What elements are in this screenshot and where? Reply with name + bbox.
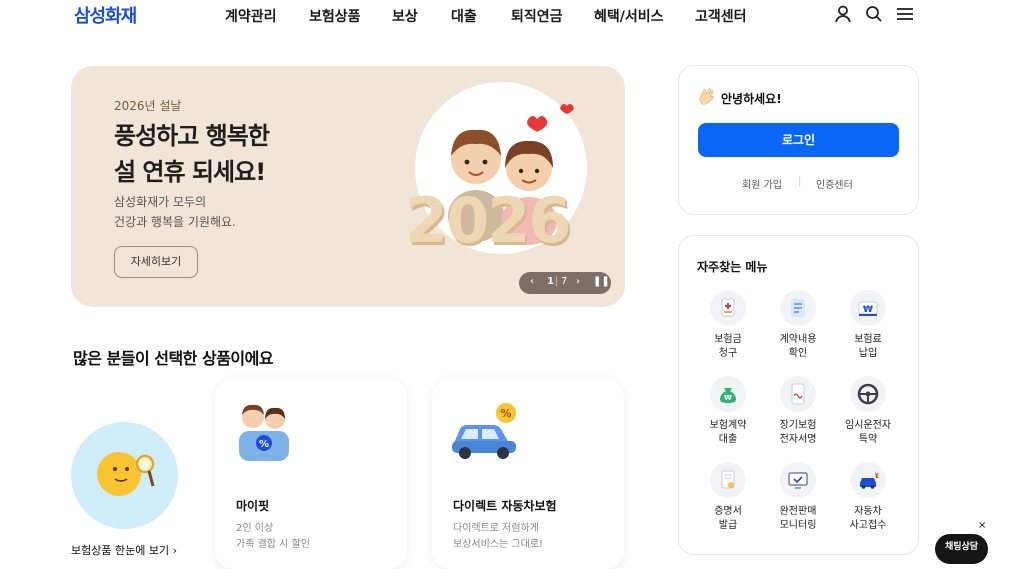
nav-insurance-products[interactable]: 보험상품 <box>309 6 361 26</box>
banner-description: 삼성화재가 모두의 건강과 행복을 기원해요. <box>114 195 236 229</box>
product-name: 다이렉트 자동차보험 <box>453 499 557 513</box>
quick-menu-title: 자주찾는 메뉴 <box>697 260 768 274</box>
mobile-sign-icon <box>780 376 816 412</box>
brand-logo[interactable]: 삼성화재 <box>74 2 137 28</box>
link-divider: | <box>798 176 802 187</box>
car-accident-icon <box>850 462 886 498</box>
product-name: 마이핏 <box>236 499 270 513</box>
pause-icon[interactable]: ❚❚ <box>593 276 610 287</box>
nav-loan[interactable]: 대출 <box>451 6 477 26</box>
login-button[interactable]: 로그인 <box>698 123 899 157</box>
nav-retirement-pension[interactable]: 퇴직연금 <box>511 6 563 26</box>
svg-text:%: % <box>500 407 511 420</box>
banner-year-label: 2026년 설날 <box>114 99 182 113</box>
certification-center-link[interactable]: 인증센터 <box>816 176 853 191</box>
promo-banner[interactable]: 2026년 설날 풍성하고 행복한 설 연휴 되세요! 삼성화재가 모두의 건강… <box>71 66 625 307</box>
family-discount-illustration: % <box>239 404 289 461</box>
pager-current: 1 <box>547 276 554 287</box>
nav-benefits-services[interactable]: 혜택/서비스 <box>594 6 664 26</box>
coin-magnifier-icon <box>97 452 155 496</box>
product-card-myfit[interactable]: % 마이핏 2인 이상 가족 결합 시 할인 <box>215 379 407 569</box>
svg-text:%: % <box>259 439 269 450</box>
nav-compensation[interactable]: 보상 <box>392 6 418 26</box>
quick-item-car-accident[interactable]: 자동차 사고접수 <box>833 462 903 533</box>
all-products-link[interactable]: 보험상품 한눈에 보기 › <box>71 542 177 558</box>
product-card-direct-auto[interactable]: % 다이렉트 자동차보험 다이렉트로 저렴하게 보상서비스는 그대로! <box>432 379 624 569</box>
chat-consult-button[interactable]: 채팅상담 <box>935 534 988 564</box>
user-icon[interactable] <box>833 4 853 24</box>
waving-hand-icon <box>697 86 717 110</box>
banner-pager: ‹ 1 | 7 › ❚❚ <box>519 272 611 294</box>
banner-title: 풍성하고 행복한 설 연휴 되세요! <box>114 122 270 186</box>
signup-link[interactable]: 회원 가입 <box>742 176 782 191</box>
direct-car-illustration: % <box>452 403 516 459</box>
svg-text:₩: ₩ <box>724 394 732 402</box>
pager-total: 7 <box>561 276 568 287</box>
quick-item-policy-loan[interactable]: ₩ 보험계약 대출 <box>693 376 763 447</box>
quick-item-contract-check[interactable]: 계약내용 확인 <box>763 290 833 361</box>
products-section-title: 많은 분들이 선택한 상품이에요 <box>73 349 274 368</box>
quick-item-insurance-claim[interactable]: 보험금 청구 <box>693 290 763 361</box>
insurance-claim-icon <box>710 290 746 326</box>
svg-text:₩: ₩ <box>863 305 873 315</box>
banner-detail-button[interactable]: 자세히보기 <box>114 246 198 278</box>
chat-close-icon[interactable]: × <box>978 520 986 531</box>
all-products-illustration[interactable] <box>71 422 178 529</box>
login-card: 안녕하세요! 로그인 회원 가입 | 인증센터 <box>678 65 919 215</box>
search-icon[interactable] <box>864 4 884 24</box>
nav-customer-center[interactable]: 고객센터 <box>695 6 747 26</box>
quick-item-e-signature[interactable]: 장기보험 전자서명 <box>763 376 833 447</box>
product-description: 다이렉트로 저렴하게 보상서비스는 그대로! <box>453 523 543 550</box>
next-slide-icon[interactable]: › <box>576 276 580 287</box>
quick-item-premium-payment[interactable]: ₩ 보험료 납입 <box>833 290 903 361</box>
quick-item-temp-driver[interactable]: 임시운전자 특약 <box>833 376 903 447</box>
contract-document-icon <box>780 290 816 326</box>
nav-contract-management[interactable]: 계약관리 <box>225 6 277 26</box>
monitor-check-icon <box>780 462 816 498</box>
money-bag-icon: ₩ <box>710 376 746 412</box>
quick-menu-card: 자주찾는 메뉴 보험금 청구 계약내용 확인 ₩ 보험료 납입 ₩ 보험계약 대… <box>678 235 919 555</box>
prev-slide-icon[interactable]: ‹ <box>530 276 534 287</box>
quick-item-sales-monitoring[interactable]: 완전판매 모니터링 <box>763 462 833 533</box>
certificate-icon <box>710 462 746 498</box>
menu-icon[interactable] <box>895 4 915 24</box>
won-payment-icon: ₩ <box>850 290 886 326</box>
quick-item-certificate[interactable]: 증명서 발급 <box>693 462 763 533</box>
product-description: 2인 이상 가족 결합 시 할인 <box>236 523 310 550</box>
steering-wheel-icon <box>850 376 886 412</box>
login-greeting: 안녕하세요! <box>721 92 782 106</box>
year-number-art: 2026 <box>405 184 572 257</box>
